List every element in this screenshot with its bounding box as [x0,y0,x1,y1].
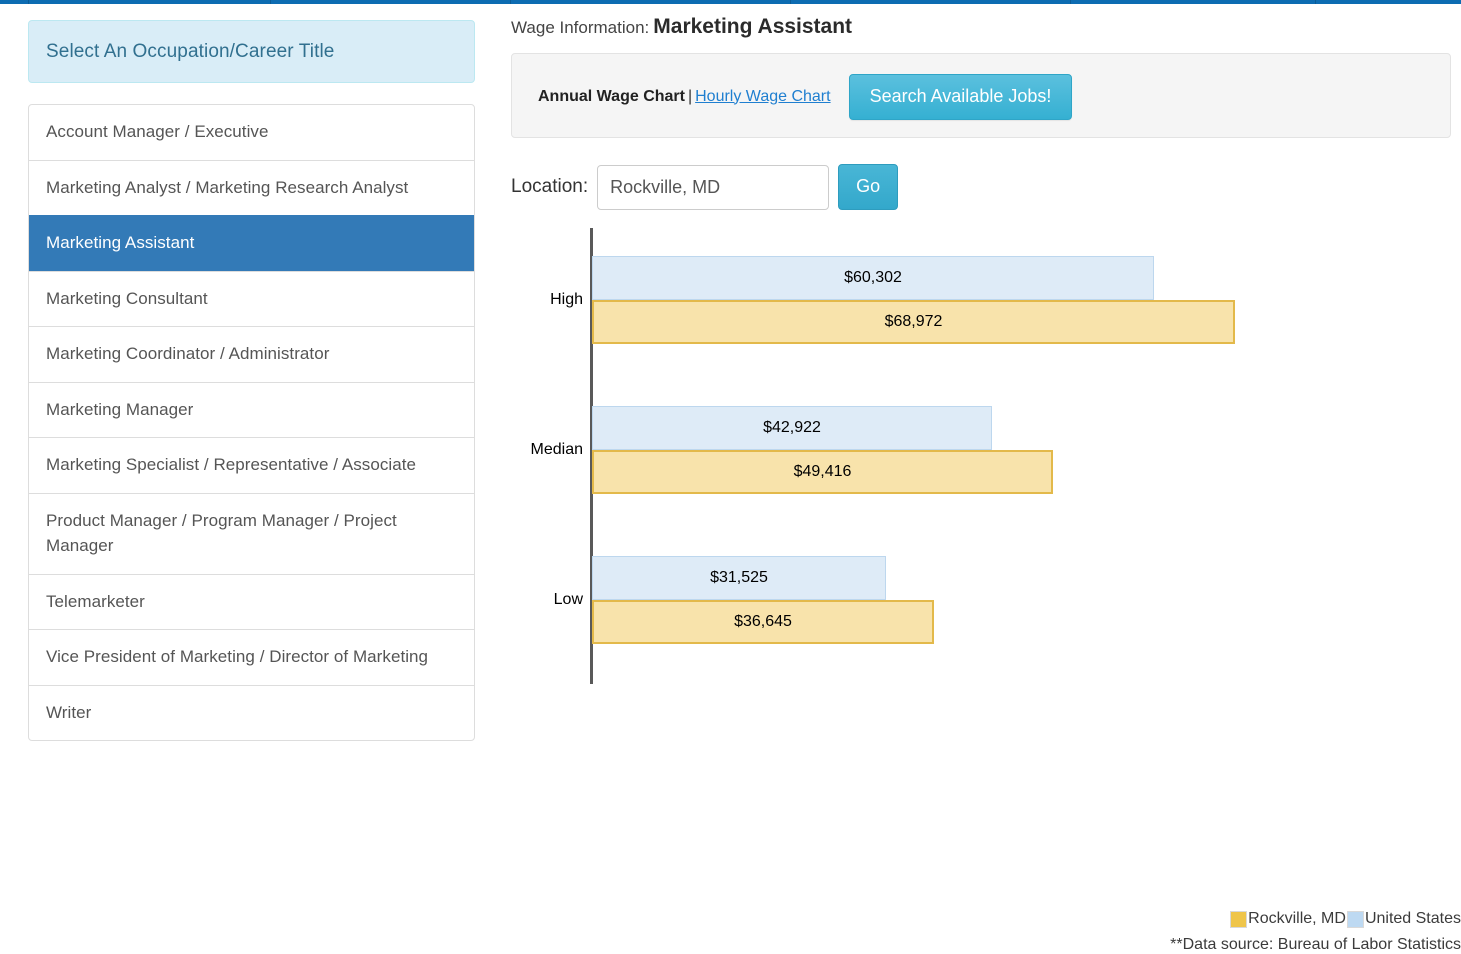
chart-bar-value: $49,416 [793,463,852,480]
sidebar-item-label: Marketing Manager [46,399,194,419]
page-title: Wage Information: Marketing Assistant [511,15,852,39]
chart-bar-value: $68,972 [884,313,943,330]
chart-type-switch: Annual Wage Chart | Hourly Wage Chart [538,88,831,106]
chart-bar-united-states-low: $31,525 [592,556,886,600]
sidebar-header: Select An Occupation/Career Title [28,20,475,83]
sidebar-item-writer[interactable]: Writer [29,684,474,741]
page-title-occupation: Marketing Assistant [653,15,853,38]
sidebar-item-label: Marketing Specialist / Representative / … [46,455,417,474]
search-available-jobs-button[interactable]: Search Available Jobs! [848,73,1073,120]
sidebar-item-marketing-manager[interactable]: Marketing Manager [29,381,474,438]
chart-bar-value: $31,525 [710,569,768,586]
sidebar-item-label: Vice President of Marketing / Director o… [46,647,429,666]
wage-bar-chart: High $60,302 $68,972 Median $42,922 $49,416 Lo… [511,218,1461,953]
chart-bar-united-states-median: $42,922 [592,406,992,450]
chart-category-label: High [550,291,583,308]
sidebar-item-label: Marketing Analyst / Marketing Research A… [46,177,409,197]
chart-bar-rockville-md-median: $49,416 [592,450,1053,494]
chart-bar-value: $42,922 [763,419,821,436]
page-title-prefix: Wage Information: [511,18,650,37]
occupation-list: Account Manager / Executive Marketing Ana… [28,104,475,741]
sidebar-item-label: Account Manager / Executive [46,122,269,141]
sidebar-item-marketing-coordinator-administrator[interactable]: Marketing Coordinator / Administrator [29,326,474,382]
sidebar-item-label: Telemarketer [46,591,145,611]
chart-category-label: Low [553,591,583,608]
sidebar-item-product-manager-program-manager-project-manager[interactable]: Product Manager / Program Manager / Proj… [29,492,474,574]
occupation-sidebar: Select An Occupation/Career Title Accoun… [28,20,475,741]
main-content: Wage Information: Marketing Assistant Ann… [511,0,1461,953]
chart-category-label: Median [530,441,583,458]
sidebar-item-label: Marketing Consultant [46,288,208,308]
chart-toolbar-panel: Annual Wage Chart | Hourly Wage Chart Sear… [511,53,1451,138]
location-input[interactable] [597,164,830,210]
sidebar-item-marketing-assistant[interactable]: Marketing Assistant [29,215,474,271]
legend-label: United States [1364,910,1461,927]
chart-switch-separator: | [687,87,693,105]
chart-bar-united-states-high: $60,302 [592,256,1154,300]
location-label: Location: [511,176,589,197]
sidebar-item-label: Writer [46,702,92,722]
sidebar-item-label: Marketing Assistant [46,233,195,252]
sidebar-item-vice-president-of-marketing-director-of-marketing[interactable]: Vice President of Marketing / Director o… [29,629,474,685]
sidebar-item-account-manager-executive[interactable]: Account Manager / Executive [29,105,474,160]
location-row: Location: Go [511,164,899,210]
chart-bar-rockville-md-low: $36,645 [592,600,934,644]
hourly-wage-chart-link[interactable]: Hourly Wage Chart [695,88,830,105]
chart-bar-rockville-md-high: $68,972 [592,300,1235,344]
chart-bar-value: $60,302 [844,269,902,286]
legend-swatch-icon [1230,910,1248,928]
sidebar-item-marketing-consultant[interactable]: Marketing Consultant [29,270,474,327]
sidebar-item-label: Marketing Coordinator / Administrator [46,344,330,363]
chart-bar-value: $36,645 [734,613,792,630]
sidebar-item-telemarketer[interactable]: Telemarketer [29,573,474,630]
top-nav-divider [270,0,271,4]
legend-label: Rockville, MD [1248,910,1346,927]
top-nav-divider [28,0,29,4]
legend-entry: Rockville, MD [1230,910,1346,928]
legend-swatch-icon [1346,910,1364,928]
sidebar-item-label: Product Manager / Program Manager / Proj… [46,510,397,556]
sidebar-item-marketing-analyst-marketing-research-analyst[interactable]: Marketing Analyst / Marketing Research A… [29,159,474,216]
chart-legend: Rockville, MD United States [1230,910,1461,928]
annual-wage-chart-label: Annual Wage Chart [538,87,685,105]
legend-entry: United States [1346,910,1461,928]
sidebar-item-marketing-specialist-representative-associate[interactable]: Marketing Specialist / Representative / … [29,437,474,493]
go-button[interactable]: Go [838,164,899,210]
chart-footnote: **Data source: Bureau of Labor Statistic… [1170,936,1461,953]
